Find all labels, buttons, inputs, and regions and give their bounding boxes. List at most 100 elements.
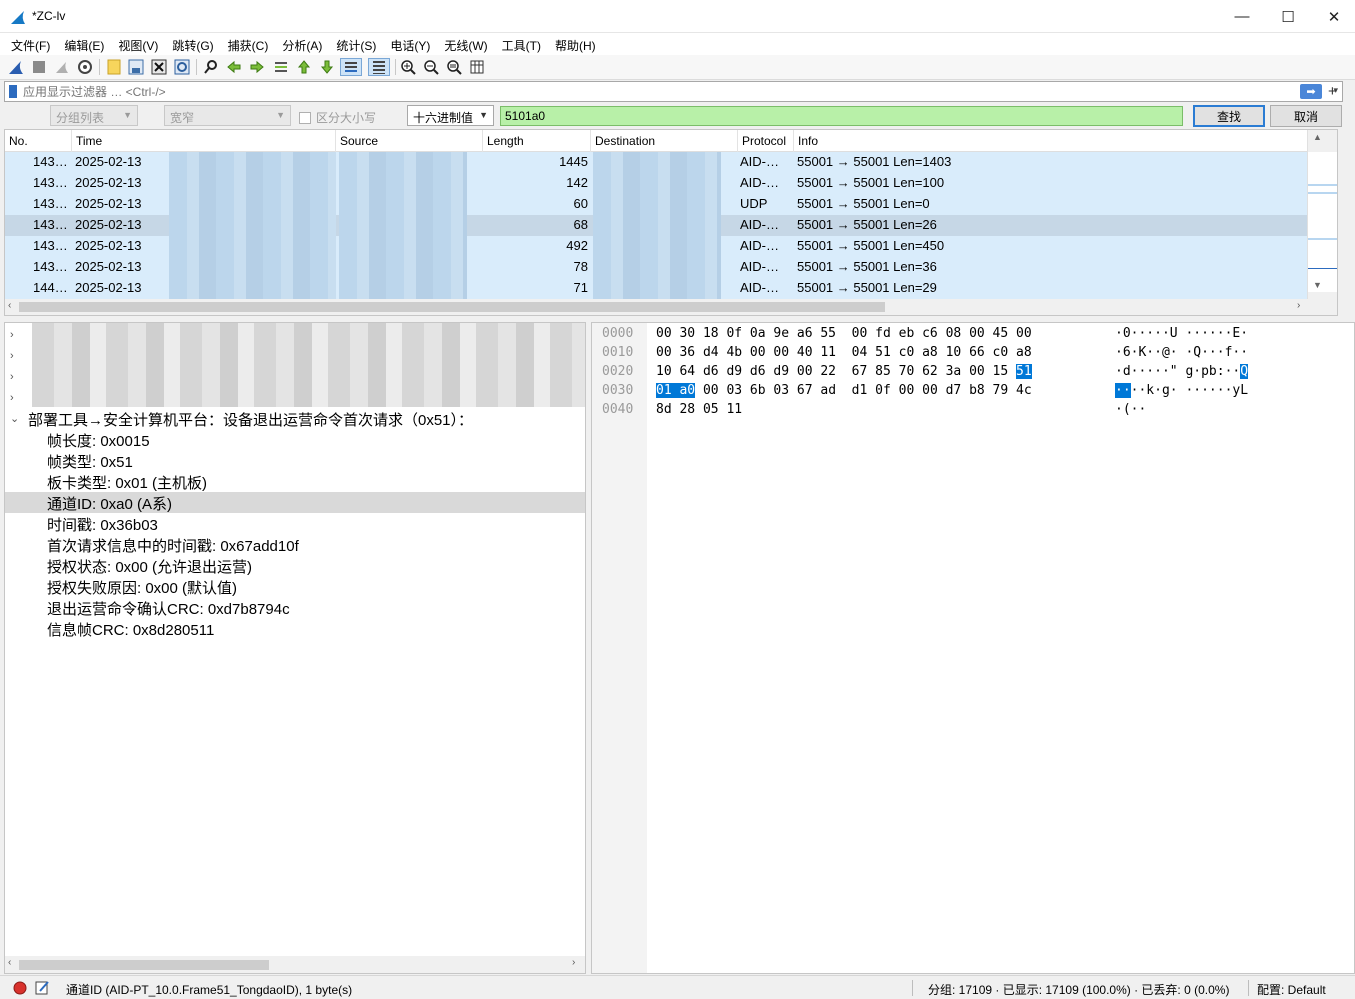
last-icon[interactable] (318, 58, 336, 76)
zoom-reset-icon[interactable] (445, 58, 463, 76)
packet-list-vertical-scrollbar[interactable]: ▲ ▼ (1307, 130, 1337, 315)
scroll-thumb[interactable] (19, 302, 885, 312)
stop-icon[interactable] (30, 58, 48, 76)
packet-list: No. Time Source Length Destination Proto… (4, 129, 1338, 316)
search-scope-select[interactable]: 分组列表 ▼ (50, 105, 138, 126)
menu-edit[interactable]: 编辑(E) (57, 33, 111, 55)
zoom-out-icon[interactable] (422, 58, 440, 76)
search-type-select[interactable]: 十六进制值 ▼ (407, 105, 494, 126)
charset-select[interactable]: 宽窄 ▼ (164, 105, 291, 126)
expand-arrow-icon[interactable]: › (10, 371, 14, 383)
protocol-field[interactable]: 帧类型: 0x51 (5, 450, 585, 471)
expand-arrow-icon[interactable]: › (10, 329, 14, 341)
protocol-field[interactable]: 首次请求信息中的时间戳: 0x67add10f (5, 534, 585, 555)
hex-row[interactable]: 00 30 18 0f 0a 9e a6 55 00 fd eb c6 08 0… (656, 326, 1032, 341)
chevron-down-icon[interactable]: ▼ (1313, 280, 1322, 290)
ascii-bytes: ·d·····" g·pb:·· (1115, 364, 1241, 379)
column-header-no[interactable]: No. (5, 130, 72, 152)
packet-list-horizontal-scrollbar[interactable]: ‹ › (5, 299, 1309, 315)
comment-icon[interactable] (35, 980, 50, 995)
ascii-row[interactable]: ····k·g· ······yL (1115, 383, 1248, 398)
column-header-length[interactable]: Length (483, 130, 591, 152)
open-icon[interactable] (105, 58, 123, 76)
ascii-row[interactable]: ·(·· (1115, 402, 1146, 417)
cancel-button[interactable]: 取消 (1270, 105, 1342, 127)
packet-minimap[interactable] (1308, 152, 1337, 292)
toolbar-separator (99, 59, 100, 75)
bookmark-icon[interactable] (9, 85, 17, 98)
add-filter-button[interactable]: + (1328, 83, 1337, 100)
hex-row[interactable]: 10 64 d6 d9 d6 d9 00 22 67 85 70 62 3a 0… (656, 364, 1032, 379)
protocol-field[interactable]: 通道ID: 0xa0 (A系) (5, 492, 585, 513)
protocol-field[interactable]: 帧长度: 0x0015 (5, 429, 585, 450)
menu-analyze[interactable]: 分析(A) (275, 33, 329, 55)
find-icon[interactable] (202, 58, 220, 76)
menu-statistics[interactable]: 统计(S) (329, 33, 383, 55)
close-file-icon[interactable] (150, 58, 168, 76)
protocol-field[interactable]: 信息帧CRC: 0x8d280511 (5, 618, 585, 639)
collapse-arrow-icon[interactable]: ⌄ (10, 412, 19, 425)
display-filter-input[interactable] (23, 83, 1273, 100)
reload-icon[interactable] (173, 58, 191, 76)
protocol-field[interactable]: 时间戳: 0x36b03 (5, 513, 585, 534)
save-icon[interactable] (127, 58, 145, 76)
goto-icon[interactable] (272, 58, 290, 76)
menu-help[interactable]: 帮助(H) (548, 33, 603, 55)
column-header-source[interactable]: Source (336, 130, 483, 152)
ascii-row[interactable]: ·6·K··@· ·Q···f·· (1115, 345, 1248, 360)
autoscroll-icon[interactable] (340, 58, 362, 76)
find-value-input[interactable]: 5101a0 (500, 106, 1183, 126)
expand-arrow-icon[interactable]: › (10, 350, 14, 362)
apply-filter-button[interactable]: ➡ (1300, 84, 1322, 99)
menu-go[interactable]: 跳转(G) (165, 33, 220, 55)
menu-view[interactable]: 视图(V) (111, 33, 165, 55)
profile-text[interactable]: 配置: Default (1257, 981, 1326, 998)
column-header-info[interactable]: Info (794, 130, 1309, 152)
options-icon[interactable] (76, 58, 94, 76)
column-header-time[interactable]: Time (72, 130, 336, 152)
expand-arrow-icon[interactable]: › (10, 392, 14, 404)
protocol-field[interactable]: 退出运营命令确认CRC: 0xd7b8794c (5, 597, 585, 618)
first-icon[interactable] (295, 58, 313, 76)
details-horizontal-scrollbar[interactable]: ‹ › (5, 956, 585, 973)
hex-row[interactable]: 8d 28 05 11 (656, 402, 742, 417)
packet-length-cell: 1445 (559, 154, 588, 169)
column-header-destination[interactable]: Destination (591, 130, 738, 152)
minimize-button[interactable]: — (1219, 0, 1265, 33)
menu-capture[interactable]: 捕获(C) (221, 33, 276, 55)
find-button[interactable]: 查找 (1193, 105, 1265, 127)
checkbox-box[interactable] (299, 111, 311, 124)
forward-icon[interactable] (248, 58, 266, 76)
scroll-thumb[interactable] (19, 960, 269, 970)
menu-telephony[interactable]: 电话(Y) (383, 33, 437, 55)
protocol-field[interactable]: 授权失败原因: 0x00 (默认值) (5, 576, 585, 597)
expert-info-icon[interactable] (13, 981, 27, 995)
close-button[interactable]: ✕ (1311, 0, 1355, 33)
protocol-tree-header[interactable]: ⌄ 部署工具→安全计算机平台：设备退出运营命令首次请求（0x51）： (5, 408, 585, 429)
maximize-button[interactable]: ☐ (1265, 0, 1311, 33)
chevron-left-icon[interactable]: ‹ (8, 300, 11, 311)
chevron-up-icon[interactable]: ▲ (1313, 132, 1322, 142)
menu-wireless[interactable]: 无线(W) (437, 33, 494, 55)
hex-bytes: 00 36 d4 4b 00 00 40 11 04 51 c0 a8 10 6… (656, 345, 1032, 360)
hex-row[interactable]: 01 a0 00 03 6b 03 67 ad d1 0f 00 00 d7 b… (656, 383, 1032, 398)
hex-row[interactable]: 00 36 d4 4b 00 00 40 11 04 51 c0 a8 10 6… (656, 345, 1032, 360)
chevron-left-icon[interactable]: ‹ (8, 957, 11, 968)
restart-icon[interactable] (53, 58, 71, 76)
ascii-row[interactable]: ·d·····" g·pb:··Q (1115, 364, 1249, 379)
packet-info-cell: 55001 → 55001 Len=26 (797, 217, 937, 232)
case-sensitive-checkbox[interactable]: 区分大小写 (299, 109, 376, 126)
resize-columns-icon[interactable] (468, 58, 486, 76)
chevron-right-icon[interactable]: › (1297, 300, 1300, 311)
menu-tools[interactable]: 工具(T) (495, 33, 548, 55)
menu-file[interactable]: 文件(F) (4, 33, 57, 55)
protocol-field[interactable]: 板卡类型: 0x01 (主机板) (5, 471, 585, 492)
back-icon[interactable] (225, 58, 243, 76)
chevron-right-icon[interactable]: › (572, 957, 575, 968)
colorize-icon[interactable] (368, 58, 390, 76)
column-header-protocol[interactable]: Protocol (738, 130, 794, 152)
ascii-row[interactable]: ·0·····U ······E· (1115, 326, 1248, 341)
zoom-in-icon[interactable] (399, 58, 417, 76)
protocol-field[interactable]: 授权状态: 0x00 (允许退出运营) (5, 555, 585, 576)
shark-fin-icon[interactable] (7, 58, 25, 76)
